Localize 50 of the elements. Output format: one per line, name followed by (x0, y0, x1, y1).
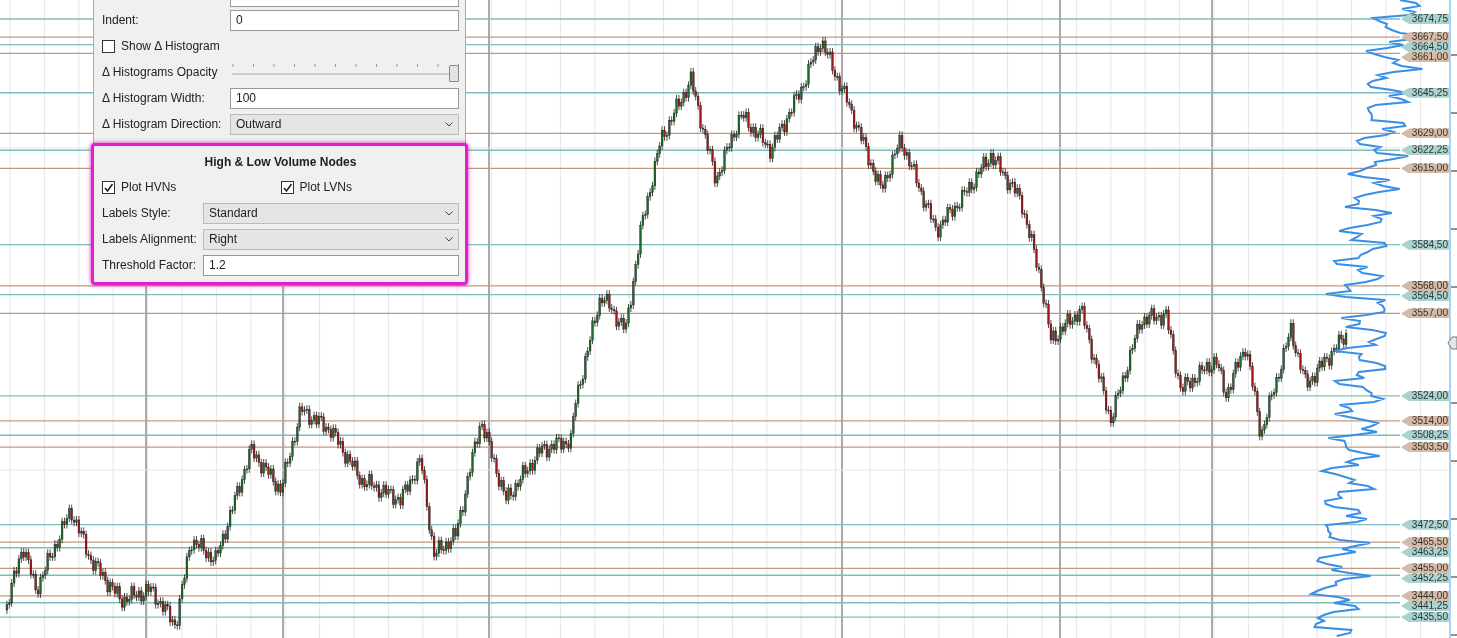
field-label: Δ Histogram Direction: (102, 117, 223, 131)
checkbox-label: Plot LVNs (299, 180, 352, 194)
price-label: 3568,00 (1401, 280, 1449, 291)
checkbox[interactable] (102, 39, 115, 53)
price-label: 3661,00 (1401, 52, 1449, 63)
price-label: 3584,50 (1401, 239, 1449, 250)
price-label: 3524,00 (1401, 390, 1449, 401)
price-label: 3435,50 (1401, 612, 1449, 623)
price-label: 3615,00 (1401, 163, 1449, 174)
section-title: High & Low Volume Nodes (203, 154, 358, 171)
field-label: Labels Style: (102, 206, 172, 220)
input-field[interactable]: 1.2 (203, 254, 459, 276)
checkbox[interactable] (280, 180, 294, 194)
dropdown[interactable]: Outward (230, 113, 459, 135)
checkbox-label: Show Δ Histogram (121, 39, 220, 53)
price-label: 3452,25 (1401, 573, 1449, 584)
price-label: 3503,50 (1401, 442, 1449, 453)
price-label: 3508,25 (1401, 430, 1449, 441)
field-label: Δ Histograms Opacity (102, 65, 219, 79)
price-label: 3441,25 (1401, 600, 1449, 611)
price-label: 3463,25 (1401, 547, 1449, 558)
field-label: Threshold Factor: (102, 258, 198, 272)
checkbox-label: Plot HVNs (121, 180, 177, 194)
dropdown[interactable]: Right (203, 228, 459, 250)
price-label: 3557,00 (1401, 308, 1449, 319)
field-label: Labels Alignment: (102, 232, 198, 246)
price-label: 3514,00 (1401, 415, 1449, 426)
price-label: 3455,00 (1401, 563, 1449, 574)
price-label: 3444,00 (1401, 590, 1449, 601)
input-field[interactable]: 0 (230, 9, 459, 31)
chevron-down-icon (445, 210, 453, 216)
price-label: 3664,50 (1401, 42, 1449, 53)
price-label: 3667,50 (1401, 32, 1449, 43)
price-label: 3472,50 (1401, 519, 1449, 530)
chevron-down-icon (445, 121, 453, 127)
chevron-down-icon (445, 236, 453, 242)
field-label: Indent: (102, 13, 140, 27)
input-field[interactable]: 100 (230, 87, 459, 109)
slider-thumb[interactable] (449, 65, 459, 82)
price-label: 3645,25 (1401, 87, 1449, 98)
checkbox[interactable] (102, 180, 115, 194)
dropdown[interactable]: Standard (203, 202, 459, 224)
field-label: Δ Histogram Width: (102, 91, 206, 105)
price-label: 3629,00 (1401, 128, 1449, 139)
price-label: 3564,50 (1401, 290, 1449, 301)
price-marker-icon (1447, 336, 1457, 350)
price-label: 3465,50 (1401, 537, 1449, 548)
slider[interactable] (230, 62, 459, 82)
price-label: 3674,75 (1401, 14, 1449, 24)
price-label: 3622,25 (1401, 145, 1449, 156)
